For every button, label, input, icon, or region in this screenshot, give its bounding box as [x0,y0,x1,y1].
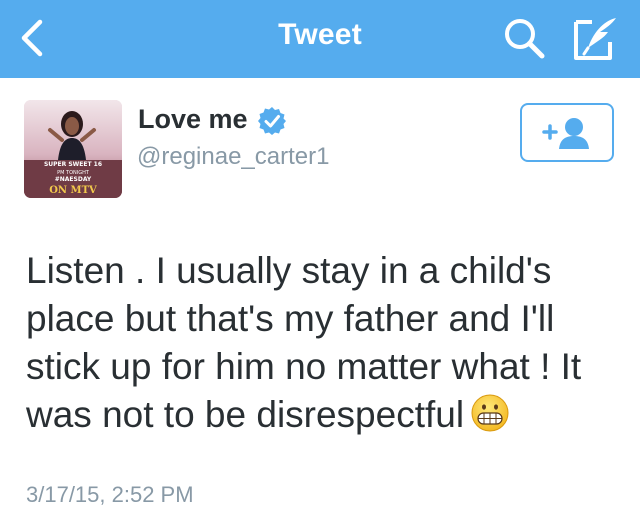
compose-button[interactable] [570,14,622,64]
search-icon [505,19,545,59]
top-navigation-bar: Tweet [0,0,640,78]
tweet-text: Listen . I usually stay in a child's pla… [26,247,626,439]
avatar-text-line-4: ON MTV [49,185,97,196]
grimacing-face-emoji-icon [470,393,510,433]
tweet-timestamp: 3/17/15, 2:52 PM [26,482,194,507]
back-button[interactable] [12,14,56,62]
back-chevron-icon [21,19,43,57]
follow-button[interactable] [520,103,614,162]
search-button[interactable] [500,14,550,62]
verified-badge [257,106,287,136]
add-user-icon [542,118,589,149]
avatar-text-line-3: #NAESDAY [55,176,92,183]
display-name[interactable]: Love me [138,104,248,135]
avatar-text-line-1: SUPER SWEET 16 [44,161,102,168]
user-handle[interactable]: @reginae_carter1 [137,143,329,171]
compose-icon [574,18,616,60]
profile-photo: SUPER SWEET 16 PM TONIGHT #NAESDAY ON MT… [24,100,122,198]
verified-badge-icon [258,107,286,135]
avatar[interactable]: SUPER SWEET 16 PM TONIGHT #NAESDAY ON MT… [24,100,122,198]
